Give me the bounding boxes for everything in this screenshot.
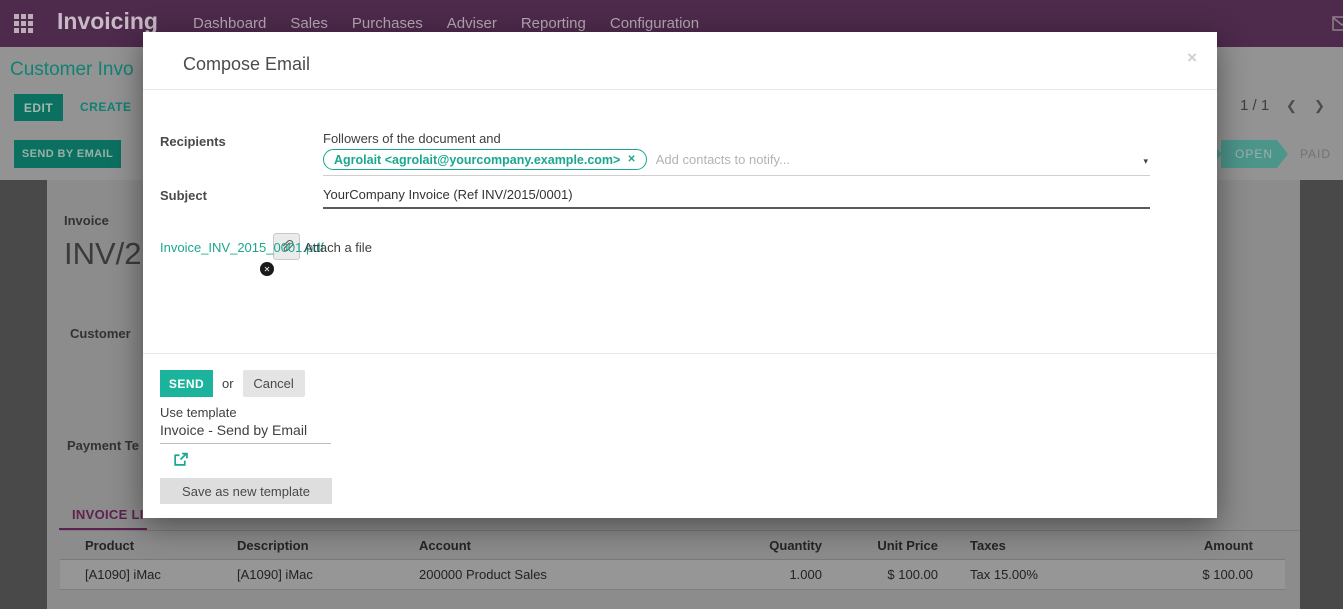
- tabs-divider: [60, 530, 1300, 531]
- nav-item-configuration[interactable]: Configuration: [610, 15, 699, 32]
- pager-previous-icon[interactable]: ❮: [1286, 98, 1297, 114]
- subject-input[interactable]: [323, 185, 1150, 209]
- edit-button[interactable]: EDIT: [14, 94, 63, 121]
- active-tab-underline: [59, 528, 147, 530]
- page-right-margin: [1300, 180, 1343, 609]
- send-button[interactable]: SEND: [160, 370, 213, 397]
- recipient-tag-label: Agrolait <agrolait@yourcompany.example.c…: [334, 153, 620, 167]
- nav-item-sales[interactable]: Sales: [290, 15, 328, 32]
- payment-terms-label: Payment Te: [67, 438, 139, 453]
- send-by-email-button[interactable]: SEND BY EMAIL: [14, 140, 121, 168]
- table-header-row: Product Description Account Quantity Uni…: [60, 532, 1285, 560]
- col-header-quantity: Quantity: [639, 538, 822, 553]
- send-row: SEND or Cancel: [160, 370, 1200, 397]
- nav-item-adviser[interactable]: Adviser: [447, 15, 497, 32]
- cell-taxes: Tax 15.00%: [938, 567, 1110, 582]
- modal-header: Compose Email ×: [143, 32, 1217, 90]
- messages-envelope-icon[interactable]: [1332, 16, 1343, 37]
- customer-label: Customer: [70, 326, 131, 341]
- modal-footer: SEND or Cancel Use template Invoice - Se…: [143, 353, 1217, 518]
- subject-field: [323, 185, 1150, 209]
- status-badge-open: OPEN: [1221, 140, 1288, 168]
- cancel-button[interactable]: Cancel: [243, 370, 305, 397]
- recipients-input-line: Agrolait <agrolait@yourcompany.example.c…: [323, 149, 1150, 176]
- attachment-zone: Invoice_INV_2015_0001.pdf Attach a file …: [160, 233, 580, 283]
- save-as-new-template-button[interactable]: Save as new template: [160, 478, 332, 504]
- page-left-margin: [0, 180, 47, 609]
- close-icon[interactable]: ×: [1187, 48, 1197, 68]
- recipients-label: Recipients: [160, 131, 323, 176]
- cell-amount: $ 100.00: [1110, 567, 1260, 582]
- col-header-unit-price: Unit Price: [822, 538, 938, 553]
- recipient-tag[interactable]: Agrolait <agrolait@yourcompany.example.c…: [323, 149, 647, 170]
- recipients-field: Followers of the document and Agrolait <…: [323, 131, 1150, 176]
- invoice-number: INV/2: [64, 236, 142, 272]
- col-header-account: Account: [419, 538, 639, 553]
- or-text: or: [222, 376, 234, 391]
- cell-account: 200000 Product Sales: [419, 567, 639, 582]
- chevron-down-icon[interactable]: ▾: [1143, 156, 1148, 167]
- col-header-amount: Amount: [1110, 538, 1260, 553]
- invoice-lines-table: Product Description Account Quantity Uni…: [60, 532, 1285, 590]
- nav-item-purchases[interactable]: Purchases: [352, 15, 423, 32]
- cell-unit-price: $ 100.00: [822, 567, 938, 582]
- delete-attachment-icon[interactable]: ✕: [260, 262, 274, 276]
- status-badge-paid: PAID: [1288, 140, 1343, 168]
- modal-title: Compose Email: [183, 54, 310, 74]
- pager-next-icon[interactable]: ❯: [1314, 98, 1325, 114]
- subject-label: Subject: [160, 185, 323, 209]
- modal-body: Recipients Followers of the document and…: [143, 90, 1217, 353]
- col-header-taxes: Taxes: [938, 538, 1110, 553]
- tab-invoice-lines[interactable]: INVOICE LI: [72, 507, 144, 522]
- compose-email-modal: Compose Email × Recipients Followers of …: [143, 32, 1217, 518]
- app-brand[interactable]: Invoicing: [57, 8, 158, 35]
- table-row[interactable]: [A1090] iMac [A1090] iMac 200000 Product…: [60, 560, 1285, 590]
- cell-product: [A1090] iMac: [60, 567, 237, 582]
- remove-tag-icon[interactable]: ✕: [627, 154, 635, 165]
- pager-count: 1 / 1: [1240, 97, 1269, 114]
- col-header-description: Description: [237, 538, 419, 553]
- template-select[interactable]: Invoice - Send by Email: [160, 422, 331, 444]
- followers-text: Followers of the document and: [323, 131, 1150, 146]
- attach-file-label[interactable]: Attach a file: [304, 240, 372, 255]
- attachment-link[interactable]: Invoice_INV_2015_0001.pdf: [160, 240, 324, 255]
- use-template-label: Use template: [160, 405, 1200, 420]
- external-link-icon[interactable]: [173, 452, 188, 467]
- nav-item-dashboard[interactable]: Dashboard: [193, 15, 266, 32]
- create-button[interactable]: CREATE: [80, 100, 131, 114]
- breadcrumb[interactable]: Customer Invo: [10, 59, 134, 81]
- recipients-row: Recipients Followers of the document and…: [160, 131, 1200, 176]
- add-contacts-input[interactable]: [656, 152, 1150, 167]
- nav-item-reporting[interactable]: Reporting: [521, 15, 586, 32]
- cell-description: [A1090] iMac: [237, 567, 419, 582]
- col-header-product: Product: [60, 538, 237, 553]
- apps-grid-icon[interactable]: [14, 14, 33, 33]
- subject-row: Subject: [160, 185, 1200, 209]
- invoice-label: Invoice: [64, 213, 109, 228]
- cell-quantity: 1.000: [639, 567, 822, 582]
